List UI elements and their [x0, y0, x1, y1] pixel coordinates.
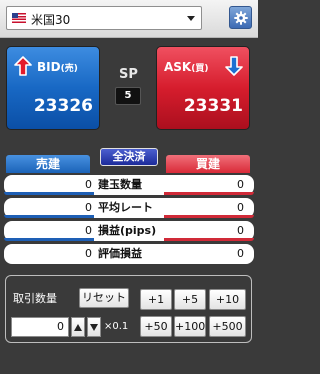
arrow-down-icon — [225, 56, 243, 76]
ask-buy-button[interactable]: ASK(買) 23331 — [156, 46, 250, 130]
buy-valuation: 0 — [237, 247, 244, 260]
buy-row-underline — [164, 238, 254, 241]
bid-price: 23326 — [33, 96, 93, 116]
sell-valuation: 0 — [85, 247, 92, 260]
ask-label-text: ASK — [164, 60, 192, 74]
price-panel: BID(売) 23326 SP 5 ASK(買) 23331 — [0, 38, 258, 139]
row-label-valuation: 評価損益 — [98, 247, 142, 260]
position-panel: 売建 買建 全決済 0 建玉数量 0 0 平均レート 0 0 損益(pips) … — [0, 139, 258, 267]
order-quantity-panel: 取引数量 リセット 0 ×0.1 +1 +5 +10 +50 +100 +500 — [5, 275, 252, 343]
ask-label-sub: (買) — [191, 64, 209, 74]
settings-button[interactable] — [229, 6, 252, 29]
bid-label: BID(売) — [37, 60, 78, 74]
close-all-button[interactable]: 全決済 — [100, 148, 158, 166]
triangle-up-icon — [74, 323, 82, 331]
ask-label: ASK(買) — [164, 60, 208, 74]
buy-row-underline — [164, 192, 254, 195]
quantity-increase-button[interactable] — [71, 317, 85, 337]
quantity-unit-label: ×0.1 — [104, 321, 129, 332]
ask-price: 23331 — [183, 96, 243, 116]
quantity-input[interactable]: 0 — [11, 317, 69, 337]
sell-row-underline — [4, 215, 94, 218]
sell-position-header: 売建 — [6, 155, 90, 173]
bid-label-sub: (売) — [60, 64, 78, 74]
reset-button[interactable]: リセット — [79, 288, 129, 308]
position-row-pips: 0 損益(pips) 0 — [4, 221, 254, 241]
row-label-pips: 損益(pips) — [98, 224, 157, 237]
us-flag-icon — [12, 13, 26, 23]
position-row-average-rate: 0 平均レート 0 — [4, 198, 254, 218]
row-label-quantity: 建玉数量 — [98, 178, 142, 191]
row-label-average-rate: 平均レート — [98, 201, 153, 214]
chevron-down-icon — [187, 16, 195, 21]
quantity-decrease-button[interactable] — [87, 317, 101, 337]
increment-50-button[interactable]: +50 — [140, 316, 172, 337]
us-flag-canton — [12, 13, 18, 18]
gear-icon — [233, 10, 248, 25]
increment-10-button[interactable]: +10 — [209, 289, 246, 310]
bid-label-text: BID — [37, 60, 61, 74]
increment-500-button[interactable]: +500 — [209, 316, 246, 337]
spread-label: SP — [119, 67, 138, 82]
buy-row-underline — [164, 215, 254, 218]
symbol-select-value: 米国30 — [31, 13, 71, 27]
triangle-down-icon — [90, 323, 98, 331]
increment-5-button[interactable]: +5 — [174, 289, 206, 310]
buy-position-header: 買建 — [166, 155, 250, 173]
sell-row-underline — [4, 238, 94, 241]
top-bar: 米国30 — [0, 0, 258, 38]
position-row-valuation: 0 評価損益 0 — [4, 244, 254, 264]
symbol-select[interactable]: 米国30 — [6, 6, 202, 30]
increment-1-button[interactable]: +1 — [140, 289, 172, 310]
quantity-label: 取引数量 — [13, 292, 57, 305]
bottom-bar — [0, 350, 258, 374]
sell-row-underline — [4, 192, 94, 195]
bid-sell-button[interactable]: BID(売) 23326 — [6, 46, 100, 130]
increment-100-button[interactable]: +100 — [174, 316, 206, 337]
arrow-up-icon — [14, 56, 32, 76]
position-row-quantity: 0 建玉数量 0 — [4, 175, 254, 195]
spread-value: 5 — [115, 87, 141, 105]
